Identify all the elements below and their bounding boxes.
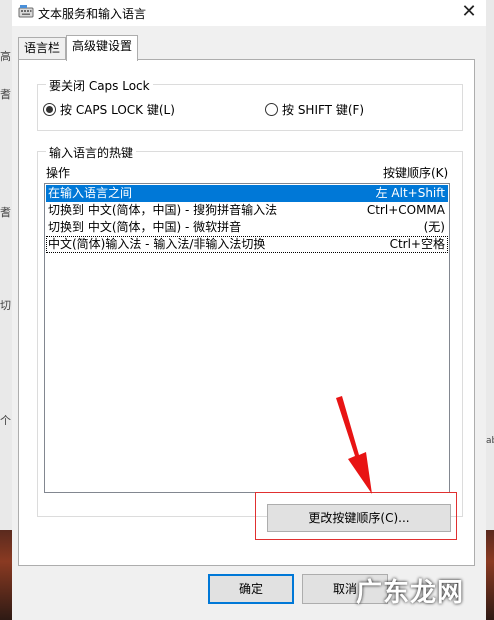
tab-panel: 要关闭 Caps Lock 按 CAPS LOCK 键(L) 按 SHIFT 键… <box>18 59 475 566</box>
tab-language-bar[interactable]: 语言栏 <box>18 37 67 60</box>
list-item-key: Ctrl+COMMA <box>366 203 445 217</box>
radio-label: 按 CAPS LOCK 键(L) <box>60 103 175 117</box>
column-header-key-sequence: 按键顺序(K) <box>383 166 449 180</box>
background-text: 耆 <box>0 88 11 101</box>
radio-label: 按 SHIFT 键(F) <box>282 103 365 117</box>
column-header-action: 操作 <box>46 166 71 180</box>
list-item[interactable]: 切换到 中文(简体，中国) - 搜狗拼音输入法 Ctrl+COMMA <box>46 202 448 219</box>
caps-lock-legend: 要关闭 Caps Lock <box>46 77 153 94</box>
list-item-action: 在输入语言之间 <box>48 186 133 200</box>
list-item-action: 中文(简体)输入法 - 输入法/非输入法切换 <box>48 237 266 251</box>
title-bar[interactable]: 文本服务和输入语言 ✕ <box>12 0 486 26</box>
list-item[interactable]: 中文(简体)输入法 - 输入法/非输入法切换 Ctrl+空格 <box>46 236 448 253</box>
list-item-key: Ctrl+空格 <box>389 237 445 251</box>
ok-button[interactable]: 确定 <box>208 574 294 604</box>
change-key-sequence-button[interactable]: 更改按键顺序(C)... <box>267 504 451 532</box>
background-text: 切 <box>0 299 11 312</box>
close-button[interactable]: ✕ <box>458 3 480 23</box>
background-window-right <box>485 0 494 620</box>
watermark: 广东龙网 <box>356 578 465 608</box>
list-item-key: 左 Alt+Shift <box>375 186 445 200</box>
window-title: 文本服务和输入语言 <box>38 7 147 21</box>
list-item[interactable]: 切换到 中文(简体，中国) - 微软拼音 (无) <box>46 219 448 236</box>
dialog-window: 文本服务和输入语言 ✕ 语言栏 高级键设置 要关闭 Caps Lock 按 CA… <box>12 0 486 620</box>
radio-caps-lock-key[interactable]: 按 CAPS LOCK 键(L) <box>43 101 175 118</box>
list-item-action: 切换到 中文(简体，中国) - 搜狗拼音输入法 <box>48 203 278 217</box>
background-text: 耆 <box>0 206 11 219</box>
list-item[interactable]: 在输入语言之间 左 Alt+Shift <box>46 185 448 202</box>
hotkeys-legend: 输入语言的热键 <box>46 144 137 161</box>
caps-lock-group: 要关闭 Caps Lock 按 CAPS LOCK 键(L) 按 SHIFT 键… <box>37 77 463 131</box>
background-text: ab <box>486 436 494 446</box>
list-item-action: 切换到 中文(简体，中国) - 微软拼音 <box>48 220 242 234</box>
radio-indicator <box>43 103 56 116</box>
hotkey-list[interactable]: 在输入语言之间 左 Alt+Shift 切换到 中文(简体，中国) - 搜狗拼音… <box>44 183 450 493</box>
background-text: 个 <box>0 414 11 427</box>
list-item-key: (无) <box>423 220 445 234</box>
radio-shift-key[interactable]: 按 SHIFT 键(F) <box>265 101 364 118</box>
background-text: 高 <box>0 50 11 63</box>
radio-indicator <box>265 103 278 116</box>
keyboard-icon <box>18 5 34 18</box>
tab-advanced-key-settings[interactable]: 高级键设置 <box>66 35 139 61</box>
